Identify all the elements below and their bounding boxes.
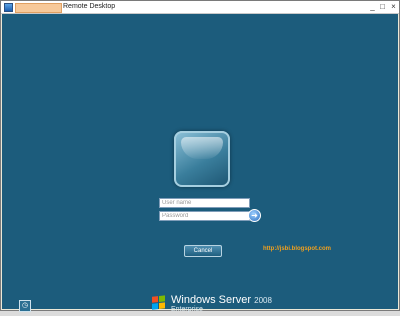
redacted-title-segment [15,3,62,13]
password-input[interactable] [159,211,250,221]
remote-desktop-window: Remote Desktop _ □ × ➜ Cancel http://jsb… [0,0,400,313]
windows-flag-icon [152,295,166,310]
minimize-button[interactable]: _ [368,2,377,11]
title-bar[interactable]: Remote Desktop _ □ × [1,1,399,14]
remote-desktop-icon [4,3,13,12]
brand-edition: Enterprise [171,306,203,313]
submit-arrow-button[interactable]: ➜ [248,209,261,222]
username-input[interactable] [159,198,250,208]
brand-version: 2008 [254,296,272,305]
user-tile[interactable] [174,131,230,187]
cancel-button[interactable]: Cancel [184,245,222,257]
windows-server-logo: Windows Server 2008 Enterprise [152,294,282,316]
watermark-link: http://jsbi.blogspot.com [263,246,331,252]
ease-of-access-icon[interactable]: ◷ [19,300,31,312]
logon-screen: ➜ Cancel http://jsbi.blogspot.com ◷ Wind… [2,14,398,313]
close-button[interactable]: × [389,2,398,11]
window-title: Remote Desktop [63,3,116,10]
maximize-button[interactable]: □ [378,2,387,11]
